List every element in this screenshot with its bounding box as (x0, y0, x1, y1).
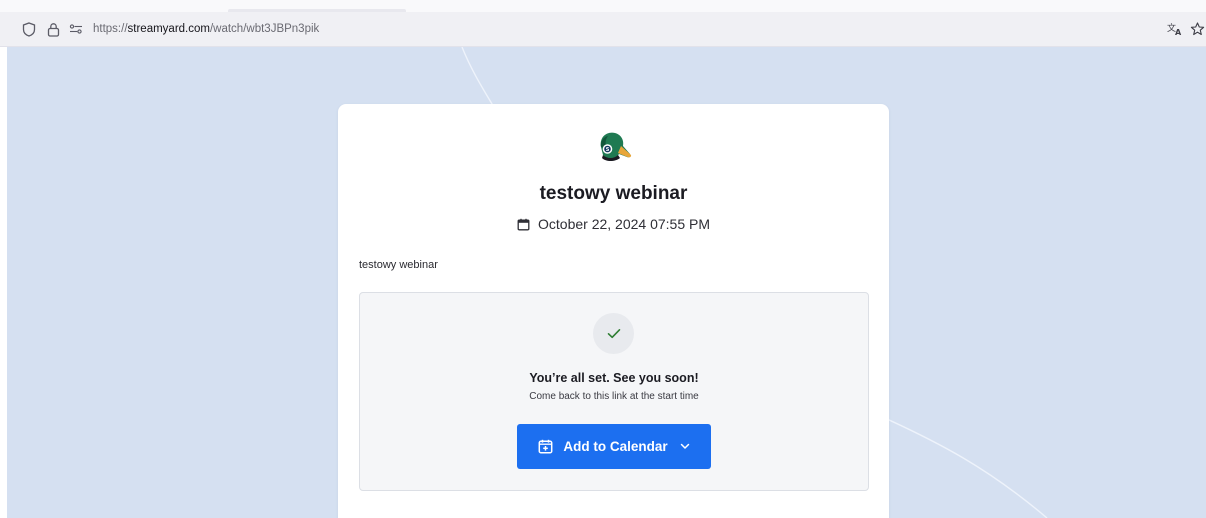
url-path: /watch/wbt3JBPn3pik (209, 23, 320, 35)
url-host: streamyard.com (127, 23, 210, 35)
browser-url-bar[interactable]: https://streamyard.com/watch/wbt3JBPn3pi… (0, 12, 1206, 47)
bookmark-star-icon[interactable] (1188, 12, 1206, 46)
event-title: testowy webinar (539, 183, 688, 204)
calendar-icon (517, 218, 530, 231)
event-description: testowy webinar (359, 259, 438, 271)
event-datetime: October 22, 2024 07:55 PM (538, 216, 710, 232)
event-datetime-row: October 22, 2024 07:55 PM (338, 214, 889, 234)
shield-icon[interactable] (20, 12, 38, 46)
lock-icon[interactable] (45, 12, 61, 46)
url-scheme: https:// (93, 23, 128, 35)
translate-icon[interactable]: 文A (1166, 12, 1184, 46)
browser-tab-strip (0, 0, 1206, 12)
event-card: S testowy webinar October 22, 2024 07:55… (338, 104, 889, 518)
status-title: You’re all set. See you soon! (529, 371, 699, 385)
checkmark-icon (607, 328, 621, 339)
registration-status-panel: You’re all set. See you soon! Come back … (359, 292, 869, 491)
page-background: S testowy webinar October 22, 2024 07:55… (7, 47, 1206, 518)
status-subtitle: Come back to this link at the start time (529, 391, 699, 402)
duck-logo: S (600, 132, 632, 161)
add-to-calendar-label: Add to Calendar (563, 439, 668, 454)
svg-text:A: A (1175, 28, 1182, 36)
permissions-icon[interactable] (67, 12, 85, 46)
chevron-down-icon (680, 443, 690, 450)
svg-text:S: S (606, 147, 610, 153)
url-text[interactable]: https://streamyard.com/watch/wbt3JBPn3pi… (93, 12, 319, 46)
calendar-plus-icon (538, 439, 553, 454)
add-to-calendar-button[interactable]: Add to Calendar (517, 424, 711, 469)
check-badge (593, 313, 634, 354)
